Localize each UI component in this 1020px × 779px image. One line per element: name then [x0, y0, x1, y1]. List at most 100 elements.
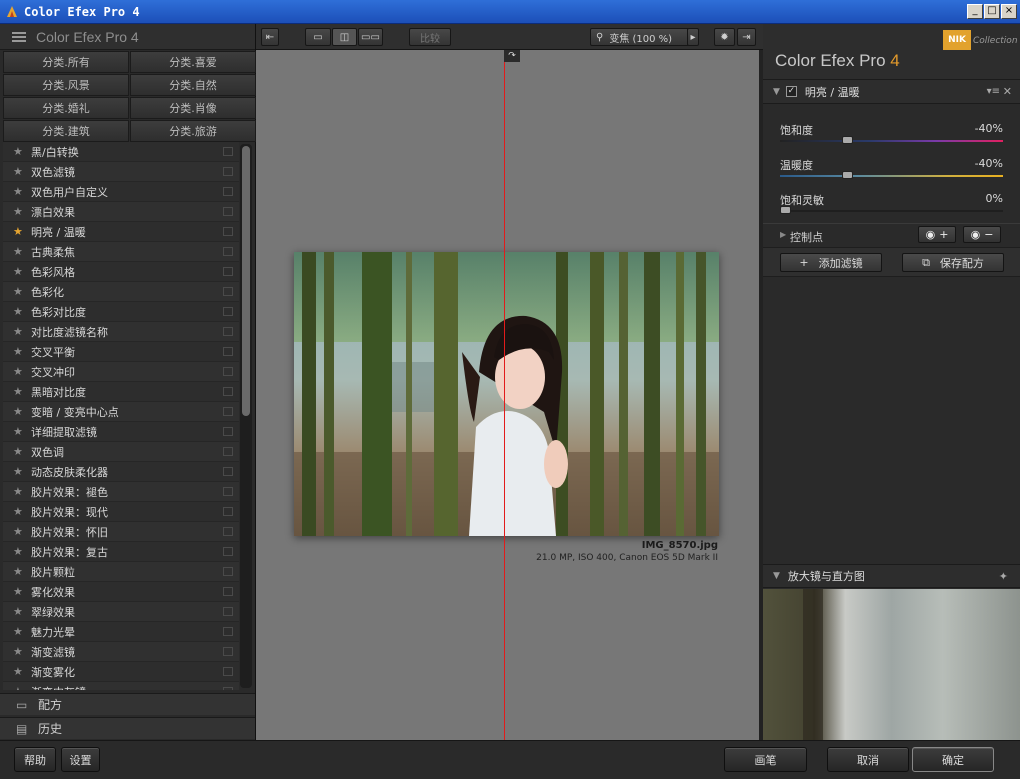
- filter-enable-checkbox[interactable]: ✓: [785, 86, 797, 97]
- favorite-star-icon[interactable]: ★: [13, 325, 27, 338]
- toggle-left-panel-button[interactable]: ⇤: [261, 28, 279, 46]
- category-button[interactable]: 分类.喜爱: [130, 51, 256, 73]
- filter-list-item[interactable]: ★ 古典柔焦: [3, 242, 239, 262]
- filter-list-item[interactable]: ★ 胶片颗粒: [3, 562, 239, 582]
- filter-list-item[interactable]: ★ 翠绿效果: [3, 602, 239, 622]
- filter-list-item[interactable]: ★ 交叉平衡: [3, 342, 239, 362]
- menu-icon[interactable]: [12, 31, 26, 43]
- filter-list-item[interactable]: ★ 色彩对比度: [3, 302, 239, 322]
- active-filter-header[interactable]: ▼ ✓ 明亮 / 温暖 ▾≡ ✕: [763, 80, 1020, 104]
- filter-list-item[interactable]: ★ 对比度滤镜名称: [3, 322, 239, 342]
- cancel-button[interactable]: 取消: [827, 747, 909, 772]
- compare-button[interactable]: 比较: [409, 28, 451, 46]
- single-view-button[interactable]: ▭: [305, 28, 331, 46]
- filter-preview-icon[interactable]: [223, 527, 233, 536]
- filter-list-item[interactable]: ★ 胶片效果：复古: [3, 542, 239, 562]
- filter-preview-icon[interactable]: [223, 227, 233, 236]
- filter-list-item[interactable]: ★ 渐变滤镜: [3, 642, 239, 662]
- favorite-star-icon[interactable]: ★: [13, 365, 27, 378]
- ok-button[interactable]: 确定: [912, 747, 994, 772]
- favorite-star-icon[interactable]: ★: [13, 645, 27, 658]
- category-button[interactable]: 分类.自然: [130, 74, 256, 96]
- filter-list-item[interactable]: ★ 漂白效果: [3, 202, 239, 222]
- filter-list-item[interactable]: ★ 渐变中灰镜: [3, 682, 239, 690]
- split-handle[interactable]: ↷: [504, 50, 520, 62]
- filter-list-item[interactable]: ★ 雾化效果: [3, 582, 239, 602]
- recipes-section[interactable]: ▭ 配方: [0, 693, 255, 715]
- filter-list-item[interactable]: ★ 变暗 / 变亮中心点: [3, 402, 239, 422]
- filter-list-item[interactable]: ★ 黑暗对比度: [3, 382, 239, 402]
- zoom-dropdown[interactable]: ⚲ 变焦 (100 %): [590, 28, 689, 46]
- filter-preview-icon[interactable]: [223, 607, 233, 616]
- pin-icon[interactable]: ✦: [999, 570, 1008, 583]
- favorite-star-icon[interactable]: ★: [13, 225, 27, 238]
- favorite-star-icon[interactable]: ★: [13, 665, 27, 678]
- split-view-button[interactable]: ◫: [332, 28, 357, 46]
- slider-track[interactable]: [780, 206, 1003, 214]
- filter-list-item[interactable]: ★ 色彩风格: [3, 262, 239, 282]
- collapse-arrow-icon[interactable]: ▼: [773, 87, 780, 97]
- category-button[interactable]: 分类.旅游: [130, 120, 256, 142]
- filter-preview-icon[interactable]: [223, 307, 233, 316]
- filter-preview-icon[interactable]: [223, 427, 233, 436]
- filter-preview-icon[interactable]: [223, 627, 233, 636]
- filter-list-scrollbar[interactable]: [240, 144, 252, 688]
- filter-list-item[interactable]: ★ 黑/白转换: [3, 142, 239, 162]
- filter-preview-icon[interactable]: [223, 507, 233, 516]
- filter-preview-icon[interactable]: [223, 147, 233, 156]
- close-button[interactable]: ×: [1001, 4, 1017, 19]
- loupe-view[interactable]: [763, 589, 1020, 740]
- filter-list-item[interactable]: ★ 胶片效果：现代: [3, 502, 239, 522]
- filter-preview-icon[interactable]: [223, 387, 233, 396]
- favorite-star-icon[interactable]: ★: [13, 345, 27, 358]
- add-control-point-button[interactable]: ◉ +: [918, 226, 956, 243]
- filter-list-item[interactable]: ★ 双色滤镜: [3, 162, 239, 182]
- history-section[interactable]: ▤ 历史: [0, 717, 255, 739]
- collapse-arrow-icon[interactable]: ▼: [773, 571, 780, 581]
- filter-preview-icon[interactable]: [223, 287, 233, 296]
- close-icon[interactable]: ✕: [1003, 85, 1012, 98]
- filter-preview-icon[interactable]: [223, 467, 233, 476]
- toggle-right-panel-button[interactable]: ⇥: [737, 28, 756, 46]
- favorite-star-icon[interactable]: ★: [13, 445, 27, 458]
- add-filter-button[interactable]: + 添加滤镜: [780, 253, 882, 272]
- save-recipe-button[interactable]: ⧉ 保存配方: [902, 253, 1004, 272]
- saturation-slider[interactable]: 饱和度 -40%: [763, 114, 1020, 149]
- slider-track[interactable]: [780, 171, 1003, 179]
- filter-preview-icon[interactable]: [223, 367, 233, 376]
- slider-knob[interactable]: [780, 206, 791, 214]
- filter-preview-icon[interactable]: [223, 327, 233, 336]
- filter-preview-icon[interactable]: [223, 687, 233, 690]
- favorite-star-icon[interactable]: ★: [13, 405, 27, 418]
- zoom-dropdown-arrow[interactable]: ▸: [687, 28, 699, 46]
- filter-list-item[interactable]: ★ 明亮 / 温暖: [3, 222, 239, 242]
- filter-preview-icon[interactable]: [223, 447, 233, 456]
- filter-list-item[interactable]: ★ 交叉冲印: [3, 362, 239, 382]
- settings-button[interactable]: 设置: [61, 747, 100, 772]
- favorite-star-icon[interactable]: ★: [13, 425, 27, 438]
- favorite-star-icon[interactable]: ★: [13, 485, 27, 498]
- filter-preview-icon[interactable]: [223, 487, 233, 496]
- filter-preview-icon[interactable]: [223, 667, 233, 676]
- filter-preview-icon[interactable]: [223, 587, 233, 596]
- filter-preview-icon[interactable]: [223, 407, 233, 416]
- filter-preview-icon[interactable]: [223, 247, 233, 256]
- favorite-star-icon[interactable]: ★: [13, 505, 27, 518]
- filter-list-item[interactable]: ★ 魅力光晕: [3, 622, 239, 642]
- preview-canvas[interactable]: ↷ IMG_8570.jpg 21.0 MP, ISO 400, Canon E…: [256, 50, 759, 740]
- filter-preview-icon[interactable]: [223, 347, 233, 356]
- favorite-star-icon[interactable]: ★: [13, 145, 27, 158]
- help-button[interactable]: 帮助: [14, 747, 56, 772]
- filter-list-item[interactable]: ★ 渐变雾化: [3, 662, 239, 682]
- favorite-star-icon[interactable]: ★: [13, 205, 27, 218]
- favorite-star-icon[interactable]: ★: [13, 385, 27, 398]
- filter-list-item[interactable]: ★ 双色调: [3, 442, 239, 462]
- maximize-button[interactable]: □: [984, 4, 1000, 19]
- favorite-star-icon[interactable]: ★: [13, 685, 27, 690]
- scroll-thumb[interactable]: [242, 146, 250, 416]
- favorite-star-icon[interactable]: ★: [13, 265, 27, 278]
- favorite-star-icon[interactable]: ★: [13, 585, 27, 598]
- filter-list-item[interactable]: ★ 详细提取滤镜: [3, 422, 239, 442]
- category-button[interactable]: 分类.肖像: [130, 97, 256, 119]
- favorite-star-icon[interactable]: ★: [13, 625, 27, 638]
